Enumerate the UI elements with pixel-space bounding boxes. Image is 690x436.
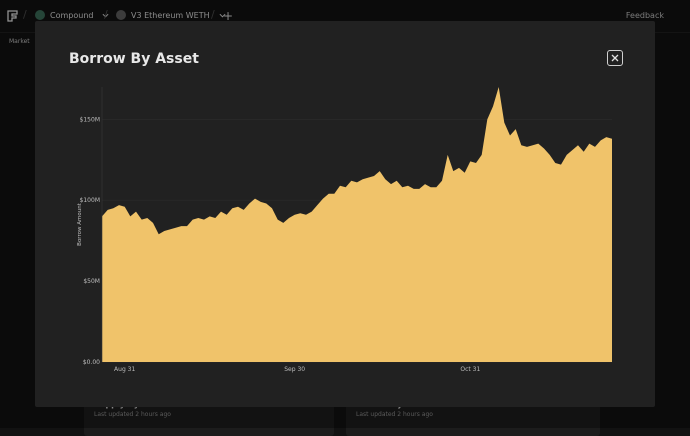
x-tick-label: Sep 30 [284,366,305,373]
chart-modal: Borrow By Asset $0.00 $50M $100M $150M Aug 3… [35,21,655,407]
borrow-chart: $0.00$50M$100M$150MAug 31 Sep 30 Oct 31Bor… [77,87,612,373]
y-axis-title: Borrow Amount [77,202,83,246]
y-tick-label: $50M [83,278,100,285]
borrow-area-series[interactable] [102,87,612,362]
y-tick-label: $0.00 [83,359,100,366]
x-tick-label: Aug 31 [114,366,135,373]
x-tick-label: Oct 31 [460,366,480,373]
y-tick-label: $150M [80,116,100,123]
